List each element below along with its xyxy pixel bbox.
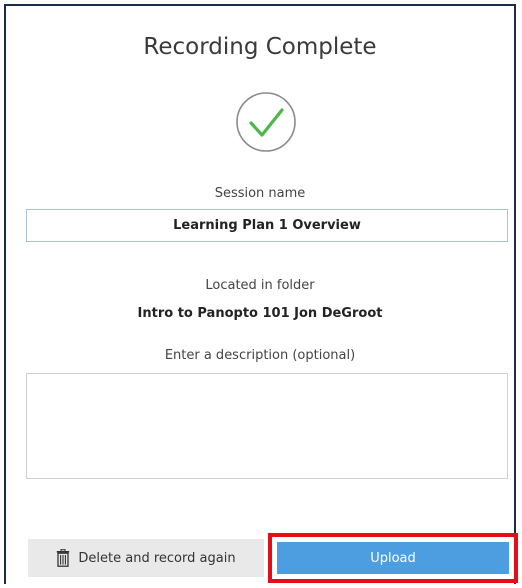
upload-highlight-box: Upload <box>268 533 518 583</box>
delete-and-record-again-button[interactable]: Delete and record again <box>28 539 264 577</box>
session-name-label: Session name <box>214 186 306 201</box>
session-name-input[interactable] <box>26 209 508 242</box>
dialog-title: Recording Complete <box>143 34 377 60</box>
folder-label: Located in folder <box>205 278 315 293</box>
description-label: Enter a description (optional) <box>164 348 356 363</box>
checkmark-circle-icon <box>236 92 296 152</box>
folder-name: Intro to Panopto 101 Jon DeGroot <box>137 306 383 321</box>
delete-button-label: Delete and record again <box>78 550 236 566</box>
trash-icon <box>57 549 70 567</box>
recording-complete-dialog: Recording Complete Session name Located … <box>4 4 518 584</box>
description-input[interactable] <box>26 373 508 479</box>
upload-button[interactable]: Upload <box>277 542 509 574</box>
